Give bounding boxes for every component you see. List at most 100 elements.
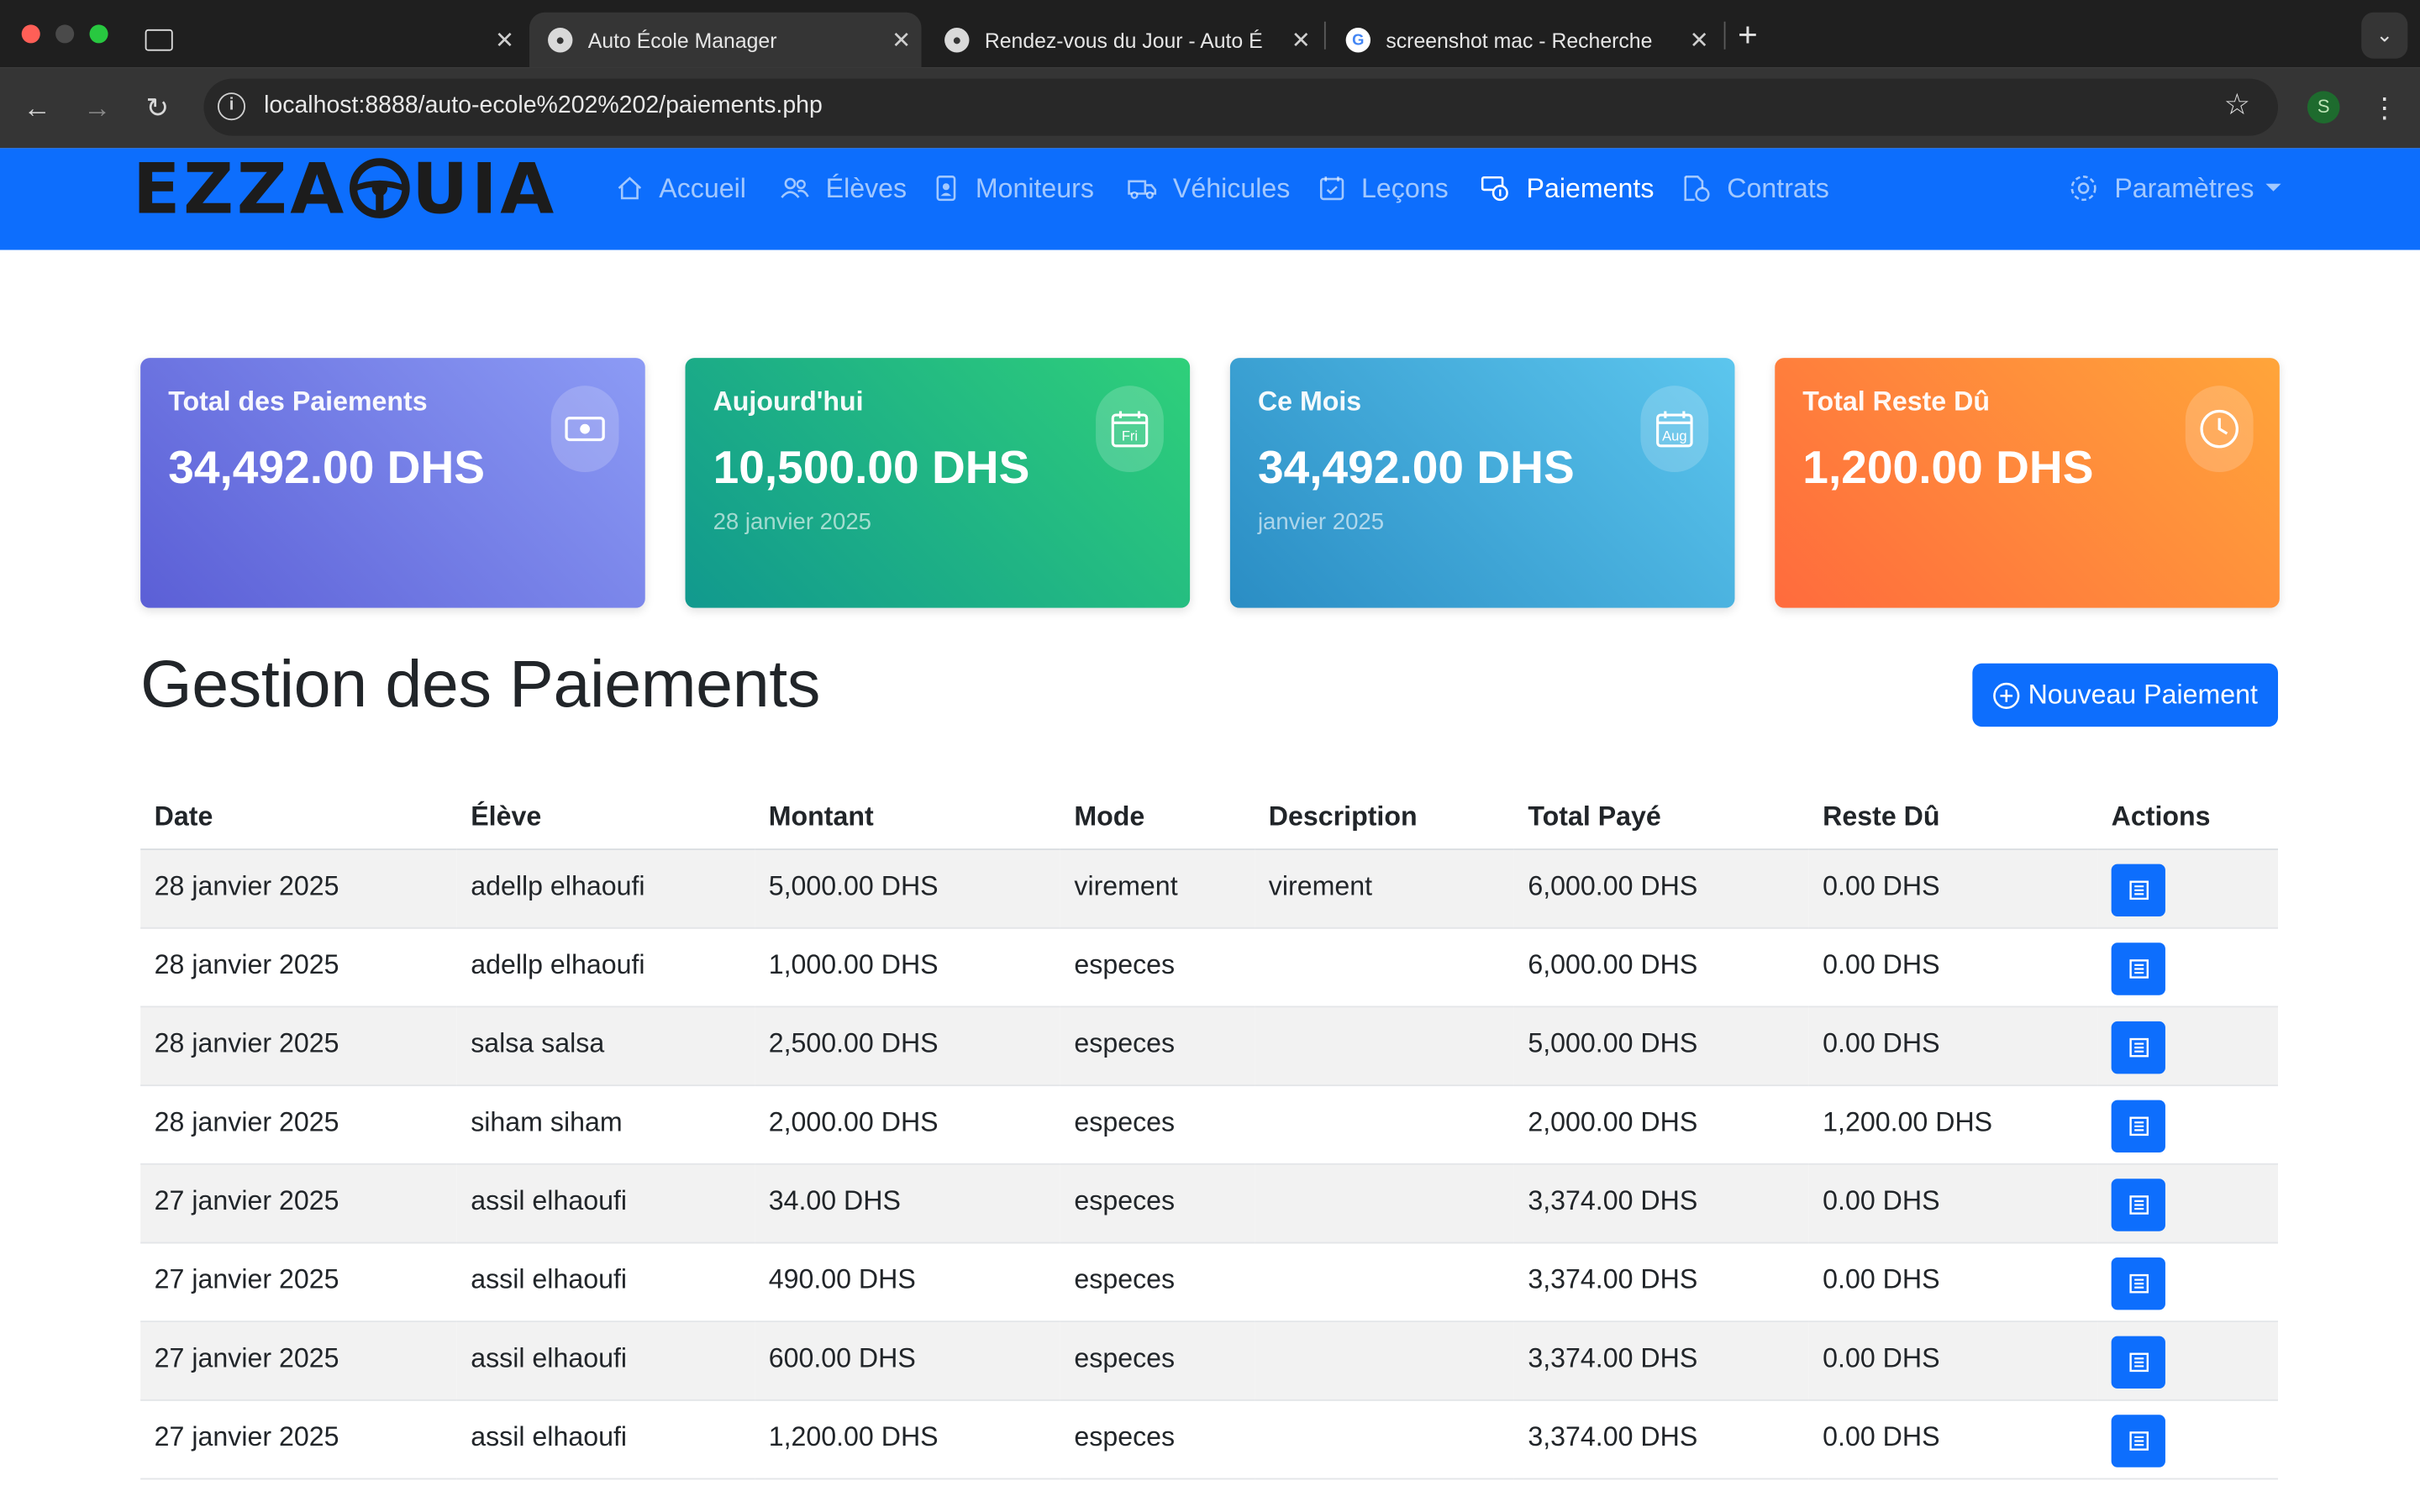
cell-total-paye: 3,374.00 DHS xyxy=(1513,1321,1809,1401)
forward-arrow-icon[interactable]: → xyxy=(77,88,118,129)
profile-avatar[interactable]: S xyxy=(2307,91,2340,123)
tab-search-chevron-icon[interactable]: ⌄ xyxy=(2361,12,2408,59)
tab-rendez-vous[interactable]: ● Rendez-vous du Jour - Auto É ✕ xyxy=(926,13,1321,68)
payments-table: Date Élève Montant Mode Description Tota… xyxy=(140,784,2279,1480)
clock-icon xyxy=(2185,386,2254,473)
cell-total-paye: 2,000.00 DHS xyxy=(1513,1085,1809,1165)
svg-text:Aug: Aug xyxy=(1662,428,1686,444)
nav-label: Leçons xyxy=(1361,171,1449,203)
view-receipt-button[interactable] xyxy=(2111,864,2165,917)
nav-vehicules[interactable]: Véhicules xyxy=(1127,148,1290,228)
nav-label: Accueil xyxy=(659,171,746,203)
browser-tab-bar: ✕ ● Auto École Manager ✕ ● Rendez-vous d… xyxy=(0,0,2420,68)
view-receipt-button[interactable] xyxy=(2111,1021,2165,1074)
cell-eleve: adellp elhaoufi xyxy=(456,927,755,1008)
close-tab-icon[interactable]: ✕ xyxy=(485,26,525,54)
tab-title: screenshot mac - Recherche xyxy=(1386,28,1653,52)
view-receipt-button[interactable] xyxy=(2111,1179,2165,1231)
file-contract-icon xyxy=(1684,176,1710,202)
column-header[interactable]: Élève xyxy=(456,784,755,851)
view-receipt-button[interactable] xyxy=(2111,1257,2165,1310)
nav-contrats[interactable]: Contrats xyxy=(1681,148,1829,228)
view-receipt-button[interactable] xyxy=(2111,1336,2165,1389)
cell-actions xyxy=(2097,849,2279,929)
cell-total-paye: 6,000.00 DHS xyxy=(1513,927,1809,1008)
column-header[interactable]: Date xyxy=(140,784,457,851)
app-favicon-icon xyxy=(145,29,173,51)
cell-montant: 1,200.00 DHS xyxy=(755,1399,1060,1480)
cell-actions xyxy=(2097,1399,2279,1480)
cell-actions xyxy=(2097,1085,2279,1165)
back-arrow-icon[interactable]: ← xyxy=(17,88,57,129)
stat-value: 34,492.00 DHS xyxy=(168,443,485,494)
brand-text-right: UIA xyxy=(412,147,557,229)
people-icon xyxy=(781,177,809,198)
cell-mode: especes xyxy=(1060,1085,1255,1165)
nav-moniteurs[interactable]: Moniteurs xyxy=(932,148,1094,228)
stat-card-ce-mois: Ce Mois 34,492.00 DHS janvier 2025 Aug xyxy=(1229,358,1735,608)
cell-mode: especes xyxy=(1060,1163,1255,1244)
view-receipt-button[interactable] xyxy=(2111,1100,2165,1153)
nav-lecons[interactable]: Leçons xyxy=(1318,148,1449,228)
cell-mode: especes xyxy=(1060,1321,1255,1401)
tab-pinned[interactable]: ✕ xyxy=(133,13,525,68)
receipt-icon xyxy=(2128,1431,2149,1451)
new-tab-button[interactable]: + xyxy=(1738,15,1758,55)
tab-title: Rendez-vous du Jour - Auto É xyxy=(984,28,1263,52)
view-receipt-button[interactable] xyxy=(2111,1415,2165,1467)
calendar-icon: Aug xyxy=(1640,386,1709,473)
receipt-icon xyxy=(2128,1352,2149,1373)
nav-label: Contrats xyxy=(1727,171,1829,203)
new-payment-label: Nouveau Paiement xyxy=(2028,679,2258,710)
browser-menu-icon[interactable]: ⋮ xyxy=(2370,88,2398,129)
view-receipt-button[interactable] xyxy=(2111,942,2165,995)
table-row: 27 janvier 2025 assil elhaoufi 1,200.00 DH… xyxy=(140,1399,2279,1480)
close-tab-icon[interactable]: ✕ xyxy=(881,26,922,54)
receipt-icon xyxy=(2128,1195,2149,1215)
cell-total-paye: 5,000.00 DHS xyxy=(1513,1006,1809,1087)
column-header[interactable]: Total Payé xyxy=(1513,784,1809,851)
close-tab-icon[interactable]: ✕ xyxy=(1679,26,1719,54)
cell-montant: 1,000.00 DHS xyxy=(755,927,1060,1008)
column-header[interactable]: Description xyxy=(1255,784,1514,851)
cell-montant: 5,000.00 DHS xyxy=(755,849,1060,929)
zoom-window-button[interactable] xyxy=(89,24,108,44)
nav-parametres-dropdown[interactable]: Paramètres xyxy=(2068,148,2282,228)
brand-text-left: EZZA xyxy=(132,147,347,229)
cell-eleve: assil elhaoufi xyxy=(456,1321,755,1401)
nav-paiements[interactable]: Paiements xyxy=(1480,148,1654,228)
tab-title: Auto École Manager xyxy=(587,28,777,52)
new-payment-button[interactable]: Nouveau Paiement xyxy=(1972,663,2279,727)
bookmark-star-icon[interactable]: ☆ xyxy=(2224,88,2250,123)
cell-description xyxy=(1255,927,1514,1008)
column-header[interactable]: Montant xyxy=(755,784,1060,851)
site-info-icon[interactable]: i xyxy=(217,92,246,121)
cash-coin-icon xyxy=(1481,176,1508,202)
cell-reste-du: 0.00 DHS xyxy=(1808,1006,2098,1087)
calendar-icon: Fri xyxy=(1096,386,1164,473)
cell-actions xyxy=(2097,1006,2279,1087)
close-tab-icon[interactable]: ✕ xyxy=(1281,26,1321,54)
cell-montant: 2,000.00 DHS xyxy=(755,1085,1060,1165)
url-text[interactable]: localhost:8888/auto-ecole%202%202/paieme… xyxy=(264,92,823,120)
stat-title: Ce Mois xyxy=(1257,386,1362,417)
minimize-window-button[interactable] xyxy=(55,24,75,44)
tab-auto-ecole-manager[interactable]: ● Auto École Manager ✕ xyxy=(529,12,922,68)
tab-google-search[interactable]: G screenshot mac - Recherche ✕ xyxy=(1328,13,1720,68)
column-header[interactable]: Reste Dû xyxy=(1808,784,2098,851)
nav-eleves[interactable]: Élèves xyxy=(780,148,907,228)
close-window-button[interactable] xyxy=(21,24,40,44)
cell-date: 28 janvier 2025 xyxy=(140,1006,457,1087)
address-bar[interactable]: i localhost:8888/auto-ecole%202%202/paie… xyxy=(203,78,2279,136)
brand-logo[interactable]: EZZA UIA xyxy=(132,147,557,229)
table-row: 28 janvier 2025 adellp elhaoufi 1,000.00 D… xyxy=(140,927,2279,1008)
stat-value: 1,200.00 DHS xyxy=(1802,443,2094,494)
table-row: 28 janvier 2025 adellp elhaoufi 5,000.00 D… xyxy=(140,849,2279,929)
reload-icon[interactable]: ↻ xyxy=(137,88,177,129)
column-header[interactable]: Mode xyxy=(1060,784,1255,851)
cell-montant: 34.00 DHS xyxy=(755,1163,1060,1244)
browser-toolbar: ← → ↻ i localhost:8888/auto-ecole%202%20… xyxy=(0,67,2420,149)
nav-accueil[interactable]: Accueil xyxy=(616,148,746,228)
steering-wheel-icon xyxy=(349,158,410,218)
stat-card-reste-du: Total Reste Dû 1,200.00 DHS xyxy=(1775,358,2280,608)
